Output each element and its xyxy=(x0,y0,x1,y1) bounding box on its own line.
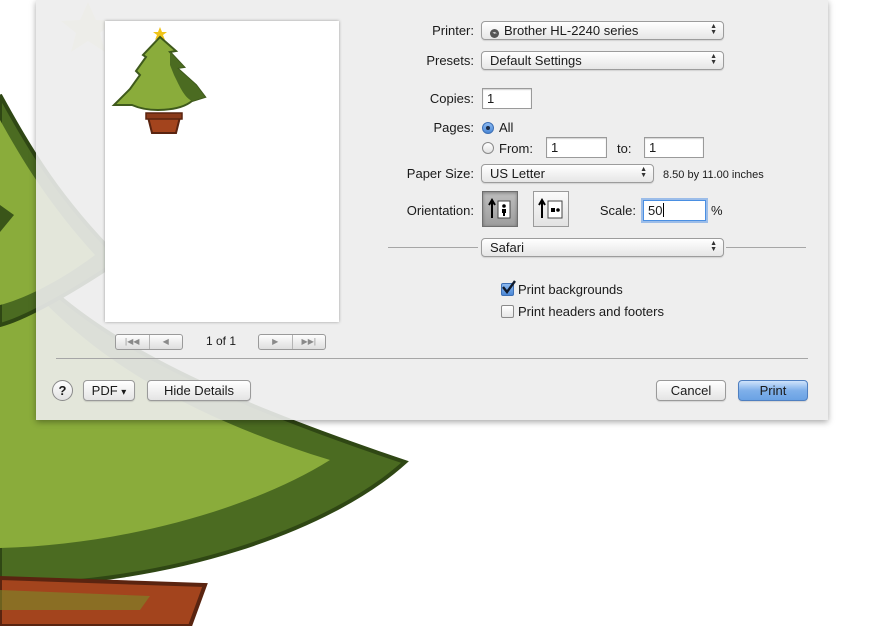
portrait-orientation-button[interactable] xyxy=(482,191,518,227)
landscape-orientation-button[interactable] xyxy=(533,191,569,227)
paper-size-popup[interactable]: US Letter ▲ ▼ xyxy=(481,164,654,183)
portrait-icon xyxy=(488,198,511,219)
print-headers-footers-label: Print headers and footers xyxy=(518,304,664,319)
chevron-down-icon: ▾ xyxy=(121,387,127,398)
popup-arrows-icon: ▲ ▼ xyxy=(640,166,647,179)
app-options-value: Safari xyxy=(490,240,524,255)
text-caret xyxy=(663,203,665,217)
help-button[interactable]: ? xyxy=(52,380,73,401)
paper-dimensions: 8.50 by 11.00 inches xyxy=(663,169,764,181)
next-page-button[interactable]: ▶ xyxy=(259,335,292,349)
pages-to-field[interactable]: 1 xyxy=(644,137,704,158)
printer-value: Brother HL-2240 series xyxy=(504,23,639,38)
paper-size-value: US Letter xyxy=(490,166,545,181)
scale-unit: % xyxy=(711,203,723,218)
print-button[interactable]: Print xyxy=(738,380,808,401)
print-backgrounds-label: Print backgrounds xyxy=(518,282,623,297)
preview-tree-thumbnail xyxy=(111,27,207,134)
preview-nav-back-group: |◀◀ ◀ xyxy=(115,334,183,350)
presets-value: Default Settings xyxy=(490,53,582,68)
copies-label: Copies: xyxy=(429,91,474,106)
paper-size-label: Paper Size: xyxy=(406,166,474,181)
pages-from-radio[interactable] xyxy=(482,142,494,154)
print-preview-page xyxy=(105,21,339,322)
page-counter: 1 of 1 xyxy=(205,334,237,348)
landscape-icon xyxy=(538,198,563,219)
printer-label: Printer: xyxy=(432,23,474,38)
footer-divider xyxy=(56,358,808,359)
scale-field[interactable]: 50 xyxy=(643,200,706,221)
print-dialog: |◀◀ ◀ 1 of 1 ▶ ▶▶| Printer: ⌁ Brother HL-… xyxy=(36,0,828,420)
pages-all-label: All xyxy=(499,120,514,135)
copies-field[interactable]: 1 xyxy=(482,88,532,109)
print-headers-footers-checkbox[interactable] xyxy=(501,305,514,318)
popup-arrows-icon: ▲ ▼ xyxy=(710,53,717,66)
section-divider-left xyxy=(388,247,478,248)
previous-page-button[interactable]: ◀ xyxy=(148,335,183,349)
presets-popup[interactable]: Default Settings ▲ ▼ xyxy=(481,51,724,70)
popup-arrows-icon: ▲ ▼ xyxy=(710,240,717,253)
section-divider-right xyxy=(726,247,806,248)
first-page-button[interactable]: |◀◀ xyxy=(116,335,149,349)
scale-value: 50 xyxy=(648,203,663,218)
pdf-label: PDF xyxy=(91,383,118,398)
last-page-button[interactable]: ▶▶| xyxy=(291,335,326,349)
scale-label: Scale: xyxy=(599,203,636,218)
cancel-button[interactable]: Cancel xyxy=(656,380,726,401)
app-options-popup[interactable]: Safari ▲ ▼ xyxy=(481,238,724,257)
pages-all-radio[interactable] xyxy=(482,122,494,134)
checkmark-icon xyxy=(502,280,516,294)
pages-to-label: to: xyxy=(617,141,632,156)
printer-status-icon: ⌁ xyxy=(490,29,499,38)
pages-from-field[interactable]: 1 xyxy=(546,137,607,158)
popup-arrows-icon: ▲ ▼ xyxy=(710,23,717,36)
presets-label: Presets: xyxy=(426,53,474,68)
pages-label: Pages: xyxy=(433,120,474,135)
orientation-label: Orientation: xyxy=(406,203,474,218)
pdf-menu-button[interactable]: PDF ▾ xyxy=(83,380,135,401)
hide-details-button[interactable]: Hide Details xyxy=(147,380,251,401)
printer-popup[interactable]: ⌁ Brother HL-2240 series ▲ ▼ xyxy=(481,21,724,40)
pages-from-label: From: xyxy=(499,141,533,156)
preview-nav-forward-group: ▶ ▶▶| xyxy=(258,334,326,350)
